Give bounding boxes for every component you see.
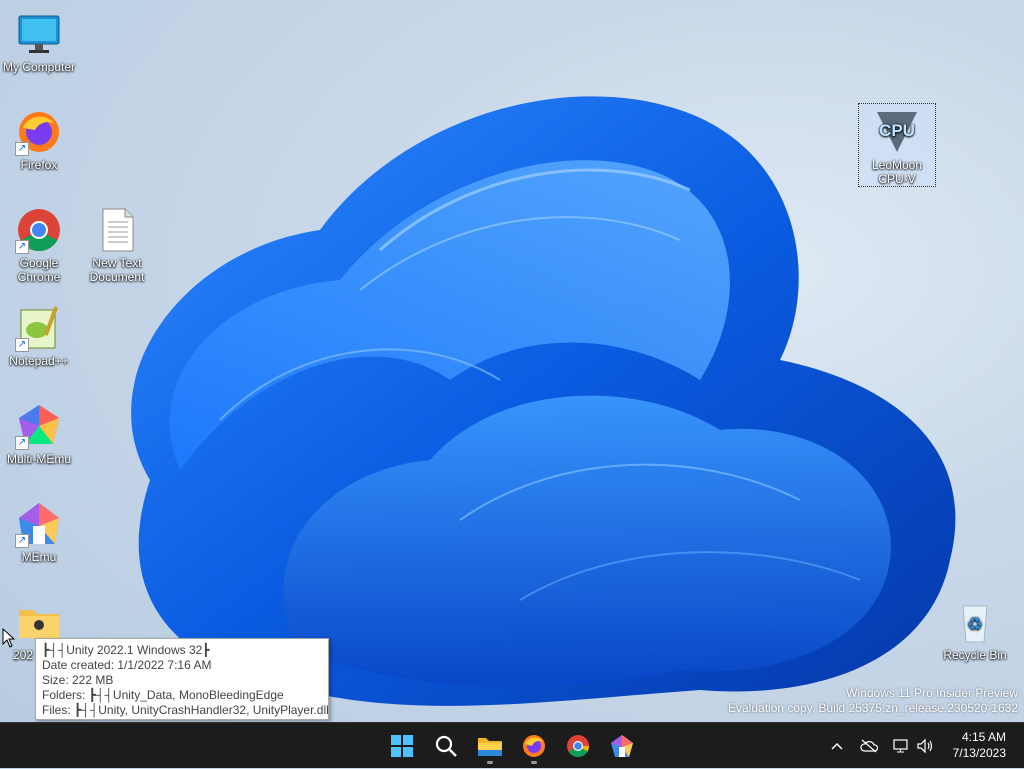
chrome-icon (567, 735, 589, 757)
chevron-up-icon (831, 742, 843, 750)
shortcut-arrow-icon: ↗ (15, 142, 29, 156)
taskbar-firefox[interactable] (516, 728, 552, 764)
memu-icon: ↗ (15, 500, 63, 548)
cpu-icon: CPU (873, 108, 921, 156)
notepad-plus-plus-icon: ↗ (15, 304, 63, 352)
svg-text:♻: ♻ (967, 614, 983, 635)
shortcut-arrow-icon: ↗ (15, 338, 29, 352)
desktop-icon-label: New Text Document (89, 256, 145, 284)
taskbar-file-explorer[interactable] (472, 728, 508, 764)
tooltip-folders: Folders: ┣┤┤Unity_Data, MonoBleedingEdge (42, 688, 284, 702)
desktop-icon-label: Firefox (20, 158, 58, 172)
start-button[interactable] (384, 728, 420, 764)
volume-icon (917, 738, 933, 754)
watermark-line-2: Evaluation copy. Build 25375.zn_release.… (728, 701, 1018, 715)
network-icon (893, 739, 908, 753)
running-indicator (531, 761, 537, 764)
memu-icon (611, 735, 633, 757)
taskbar-chrome[interactable] (560, 728, 596, 764)
desktop-icon-label: Recycle Bin (943, 648, 1007, 662)
desktop-icon-label: Google Chrome (17, 256, 61, 284)
svg-text:CPU: CPU (879, 121, 915, 140)
desktop-icon-leomoon-cpu-v[interactable]: CPU LeoMoon CPU-V (858, 103, 936, 187)
search-icon (435, 735, 457, 757)
desktop-icon-label: Multi-MEmu (6, 452, 71, 466)
running-indicator (487, 761, 493, 764)
desktop-icon-recycle-bin[interactable]: ♻ Recycle Bin (937, 594, 1013, 662)
mouse-cursor-icon (2, 628, 16, 648)
shortcut-arrow-icon: ↗ (15, 240, 29, 254)
desktop-icon-google-chrome[interactable]: ↗ Google Chrome (1, 202, 77, 284)
taskbar: 4:15 AM 7/13/2023 (0, 722, 1024, 768)
desktop-icon-label: My Computer (2, 60, 76, 74)
monitor-icon (15, 10, 63, 58)
desktop-icon-label: LeoMoon CPU-V (871, 158, 923, 186)
shortcut-arrow-icon: ↗ (15, 534, 29, 548)
search-button[interactable] (428, 728, 464, 764)
evaluation-watermark: Windows 11 Pro Insider Preview Evaluatio… (728, 686, 1018, 716)
network-tray-button[interactable] (890, 723, 912, 769)
folder-info-tooltip: ┣┤┤Unity 2022.1 Windows 32┣ Date created… (35, 638, 329, 720)
taskbar-memu[interactable] (604, 728, 640, 764)
recycle-bin-icon: ♻ (951, 598, 999, 646)
desktop-icon-new-text-document[interactable]: New Text Document (79, 202, 155, 284)
firefox-icon: ↗ (15, 108, 63, 156)
tooltip-date-created: Date created: 1/1/2022 7:16 AM (42, 658, 212, 672)
taskbar-clock[interactable]: 4:15 AM 7/13/2023 (953, 729, 1006, 761)
watermark-line-1: Windows 11 Pro Insider Preview (846, 686, 1018, 700)
desktop-icon-notepad-plus-plus[interactable]: ↗ Notepad++ (1, 300, 77, 368)
clock-date: 7/13/2023 (952, 746, 1006, 760)
volume-tray-button[interactable] (914, 723, 936, 769)
start-icon (391, 735, 413, 757)
chrome-icon: ↗ (15, 206, 63, 254)
desktop-icon-label: MEmu (21, 550, 57, 564)
tooltip-size: Size: 222 MB (42, 673, 114, 687)
file-explorer-icon (478, 738, 502, 756)
onedrive-tray-button[interactable] (858, 723, 880, 769)
text-document-icon (93, 206, 141, 254)
tooltip-title: ┣┤┤Unity 2022.1 Windows 32┣ (42, 643, 210, 657)
tooltip-files: Files: ┣┤┤Unity, UnityCrashHandler32, Un… (42, 703, 329, 717)
desktop-icon-my-computer[interactable]: My Computer (1, 6, 77, 74)
desktop-icon-label: Notepad++ (9, 354, 69, 368)
clock-time: 4:15 AM (961, 730, 1006, 744)
shortcut-arrow-icon: ↗ (15, 436, 29, 450)
multi-memu-icon: ↗ (15, 402, 63, 450)
desktop-icon-multi-memu[interactable]: ↗ Multi-MEmu (1, 398, 77, 466)
firefox-icon (523, 735, 545, 757)
desktop-icon-firefox[interactable]: ↗ Firefox (1, 104, 77, 172)
desktop-icon-memu[interactable]: ↗ MEmu (1, 496, 77, 564)
show-hidden-icons-button[interactable] (826, 723, 848, 769)
onedrive-icon (860, 739, 878, 753)
